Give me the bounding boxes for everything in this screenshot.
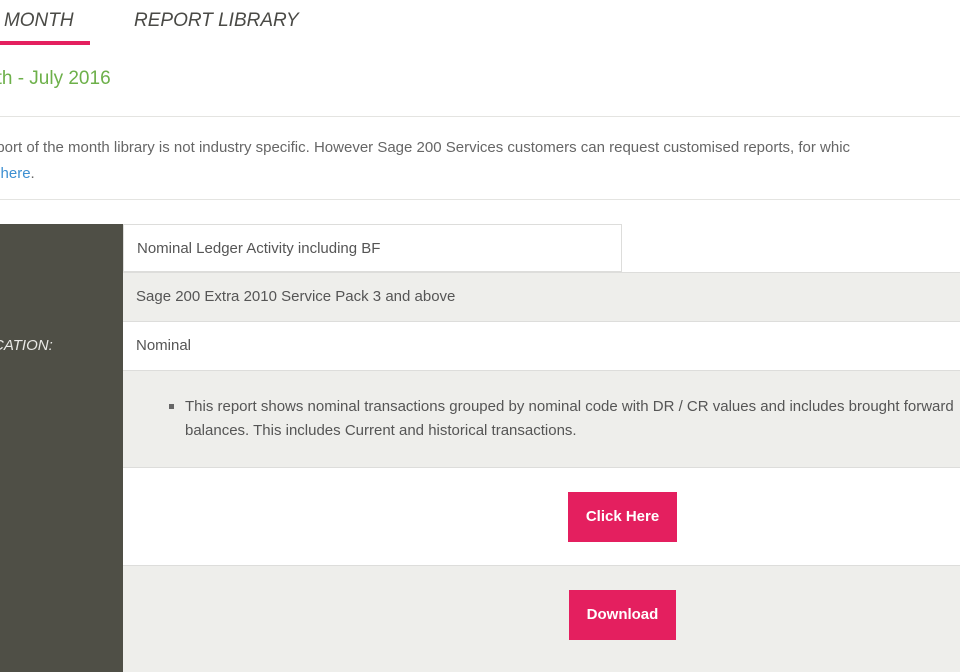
- divider-top: [0, 116, 960, 117]
- tab-report-library[interactable]: REPORT LIBRARY: [134, 10, 299, 32]
- row-report-name: Nominal Ledger Activity including BF: [123, 224, 960, 273]
- intro-line-2-suffix: .: [30, 165, 35, 182]
- report-heading: nth - July 2016: [0, 68, 111, 89]
- tab-report-of-the-month[interactable]: E MONTH: [0, 10, 74, 32]
- row-location: Nominal: [123, 322, 960, 371]
- description-text: This report shows nominal transactions g…: [185, 398, 954, 439]
- divider-bottom: [0, 199, 960, 200]
- report-name: Nominal Ledger Activity including BF: [137, 240, 381, 257]
- version-value: Sage 200 Extra 2010 Service Pack 3 and a…: [136, 288, 456, 305]
- download-button[interactable]: Download: [569, 590, 676, 640]
- label-column: D LOCATION:: [0, 224, 123, 672]
- intro-line-2: d here.: [0, 161, 960, 187]
- intro-paragraph: eport of the month library is not indust…: [0, 135, 960, 187]
- row-click-here: Click Here: [123, 468, 960, 566]
- intro-line-1: eport of the month library is not indust…: [0, 139, 851, 156]
- location-value: Nominal: [136, 337, 192, 354]
- report-tabs: E MONTH REPORT LIBRARY: [0, 0, 960, 50]
- description-item: This report shows nominal transactions g…: [169, 395, 960, 443]
- row-download: Download: [123, 566, 960, 672]
- here-link[interactable]: here: [1, 165, 31, 182]
- description-list: This report shows nominal transactions g…: [169, 395, 960, 443]
- row-version: Sage 200 Extra 2010 Service Pack 3 and a…: [123, 273, 960, 322]
- report-name-cell: Nominal Ledger Activity including BF: [123, 224, 622, 272]
- click-here-button[interactable]: Click Here: [568, 492, 677, 542]
- report-details-table: D LOCATION: Nominal Ledger Activity incl…: [0, 224, 960, 672]
- active-tab-underline: [0, 41, 90, 45]
- row-description: This report shows nominal transactions g…: [123, 371, 960, 468]
- location-label: D LOCATION:: [0, 337, 53, 354]
- bullet-icon: [169, 404, 174, 409]
